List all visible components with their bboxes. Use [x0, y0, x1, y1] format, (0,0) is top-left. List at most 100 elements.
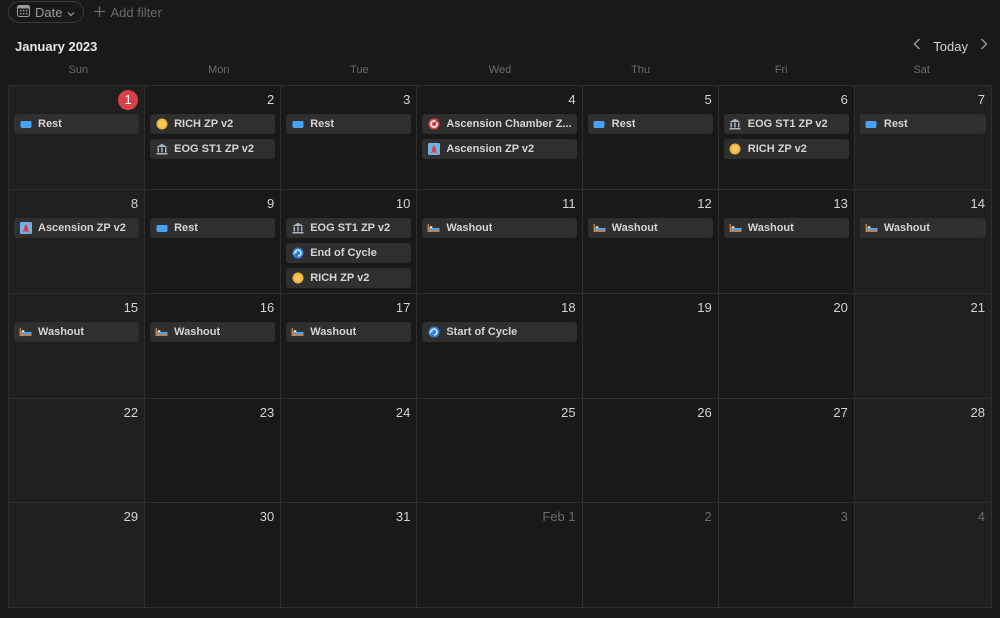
day-cell[interactable]: 28 — [854, 398, 991, 503]
day-number: 22 — [123, 404, 139, 420]
day-number: Feb 1 — [542, 508, 576, 524]
event-card[interactable]: Washout — [422, 218, 577, 239]
rocket-icon — [19, 222, 32, 235]
day-cell[interactable]: 4 Ascension Chamber Z... Ascension ZP v2 — [417, 86, 583, 191]
day-number: 23 — [259, 404, 275, 420]
event-card[interactable]: RICH ZP v2 — [723, 139, 849, 159]
day-cell[interactable]: 16 Washout — [145, 294, 282, 399]
day-cell[interactable]: 17 Washout — [281, 294, 418, 399]
day-cell[interactable]: 15 Washout — [9, 294, 146, 399]
day-cell[interactable]: 30 — [145, 502, 282, 607]
day-cell[interactable]: 20 — [718, 294, 855, 399]
event-title: Ascension ZP v2 — [446, 143, 535, 155]
event-title: RICH ZP v2 — [747, 143, 807, 155]
weekday-label: Tue — [350, 64, 369, 76]
event-list: RICH ZP v2 EOG ST1 ZP v2 — [150, 114, 276, 159]
day-cell[interactable]: 29 — [9, 502, 146, 607]
event-title: EOG ST1 ZP v2 — [310, 222, 391, 235]
day-cell[interactable]: 10 EOG ST1 ZP v2 End of Cycle RICH ZP v2 — [281, 190, 418, 295]
weekday-header: Sun Mon Tue Wed Thu Fri Sat — [8, 64, 992, 76]
day-cell[interactable]: 21 — [854, 294, 991, 399]
day-cell[interactable]: 1 Rest — [9, 86, 146, 191]
day-cell[interactable]: 3 Rest — [281, 86, 418, 191]
day-cell[interactable]: 8 Ascension ZP v2 — [9, 190, 146, 295]
event-card[interactable]: Washout — [14, 322, 140, 343]
event-card[interactable]: Washout — [723, 218, 849, 239]
event-card[interactable]: Start of Cycle — [422, 322, 577, 343]
plus-icon — [94, 5, 106, 20]
day-number: 19 — [697, 300, 712, 316]
event-title: RICH ZP v2 — [174, 118, 234, 130]
next-month-button[interactable] — [980, 37, 988, 55]
today-badge: 1 — [118, 90, 139, 110]
event-card[interactable]: Ascension ZP v2 — [422, 139, 577, 159]
event-card[interactable]: Washout — [150, 322, 276, 343]
day-cell[interactable]: 12 Washout — [582, 190, 719, 295]
event-card[interactable]: Rest — [286, 114, 412, 134]
day-cell[interactable]: 2 RICH ZP v2 EOG ST1 ZP v2 — [145, 86, 282, 191]
event-list: Washout — [859, 218, 986, 239]
day-number: 13 — [833, 196, 848, 212]
cycle-icon — [427, 326, 440, 339]
day-cell[interactable]: 4 — [854, 502, 991, 607]
event-list: Washout — [587, 218, 713, 239]
previous-month-button[interactable] — [913, 37, 921, 55]
day-number: 3 — [840, 508, 848, 524]
bank-icon — [155, 143, 168, 156]
day-cell[interactable]: 5 Rest — [582, 86, 719, 191]
day-cell[interactable]: 31 — [281, 502, 418, 607]
event-card[interactable]: Ascension ZP v2 — [14, 218, 140, 239]
event-card[interactable]: Washout — [859, 218, 986, 239]
event-title: End of Cycle — [310, 247, 377, 260]
month-title: January 2023 — [15, 39, 98, 54]
event-card[interactable]: Rest — [587, 114, 713, 134]
event-card[interactable]: Ascension Chamber Z... — [422, 114, 577, 134]
event-list: Rest — [587, 114, 713, 134]
event-list: EOG ST1 ZP v2 RICH ZP v2 — [723, 114, 849, 159]
date-property-button[interactable]: Date — [8, 1, 85, 23]
event-card[interactable]: EOG ST1 ZP v2 — [150, 139, 276, 159]
day-number: 20 — [833, 300, 848, 316]
event-card[interactable]: Washout — [587, 218, 713, 239]
event-card[interactable]: EOG ST1 ZP v2 — [286, 218, 412, 239]
event-card[interactable]: EOG ST1 ZP v2 — [723, 114, 849, 134]
coin-icon — [729, 143, 742, 156]
event-title: RICH ZP v2 — [310, 272, 370, 285]
day-cell[interactable]: 24 — [281, 398, 418, 503]
day-cell[interactable]: 25 — [417, 398, 583, 503]
event-card[interactable]: Washout — [286, 322, 412, 343]
weekday-label: Sat — [913, 64, 930, 76]
day-number: 10 — [395, 196, 411, 212]
day-cell[interactable]: 7 Rest — [854, 86, 991, 191]
day-cell[interactable]: Feb 1 — [417, 502, 583, 607]
bed-icon — [155, 326, 168, 339]
day-cell[interactable]: 27 — [718, 398, 855, 503]
event-card[interactable]: Rest — [859, 114, 986, 134]
bed-icon — [593, 222, 606, 235]
event-list: Ascension ZP v2 — [14, 218, 140, 239]
day-cell[interactable]: 6 EOG ST1 ZP v2 RICH ZP v2 — [718, 86, 855, 191]
day-cell[interactable]: 19 — [582, 294, 719, 399]
event-card[interactable]: End of Cycle — [286, 243, 412, 264]
event-card[interactable]: Rest — [14, 114, 140, 134]
event-title: Ascension ZP v2 — [38, 222, 126, 235]
add-filter-button[interactable]: Add filter — [94, 5, 162, 20]
event-card[interactable]: RICH ZP v2 — [150, 114, 276, 134]
day-cell[interactable]: 14 Washout — [854, 190, 991, 295]
event-card[interactable]: RICH ZP v2 — [286, 268, 412, 289]
today-button[interactable]: Today — [933, 39, 968, 54]
day-cell[interactable]: 11 Washout — [417, 190, 583, 295]
day-cell[interactable]: 26 — [582, 398, 719, 503]
day-number: 29 — [123, 508, 139, 524]
day-cell[interactable]: 13 Washout — [718, 190, 855, 295]
day-cell[interactable]: 18 Start of Cycle — [417, 294, 583, 399]
event-list: Washout — [150, 322, 276, 343]
day-number: 2 — [266, 92, 275, 107]
day-cell[interactable]: 23 — [145, 398, 282, 503]
day-cell[interactable]: 22 — [9, 398, 146, 503]
day-cell[interactable]: 9 Rest — [145, 190, 282, 295]
day-cell[interactable]: 2 — [582, 502, 719, 607]
day-cell[interactable]: 3 — [718, 502, 855, 607]
event-card[interactable]: Rest — [150, 218, 276, 239]
date-property-label: Date — [35, 4, 63, 20]
